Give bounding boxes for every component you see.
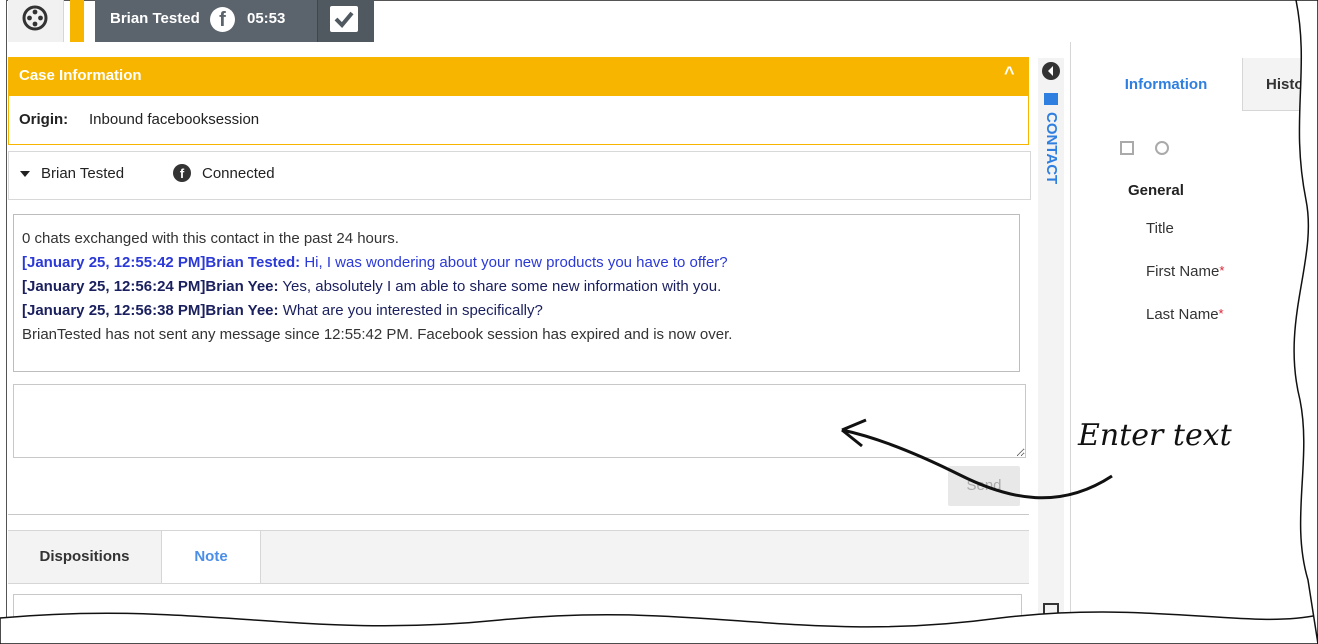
annotation-arrow-icon xyxy=(0,0,1318,644)
